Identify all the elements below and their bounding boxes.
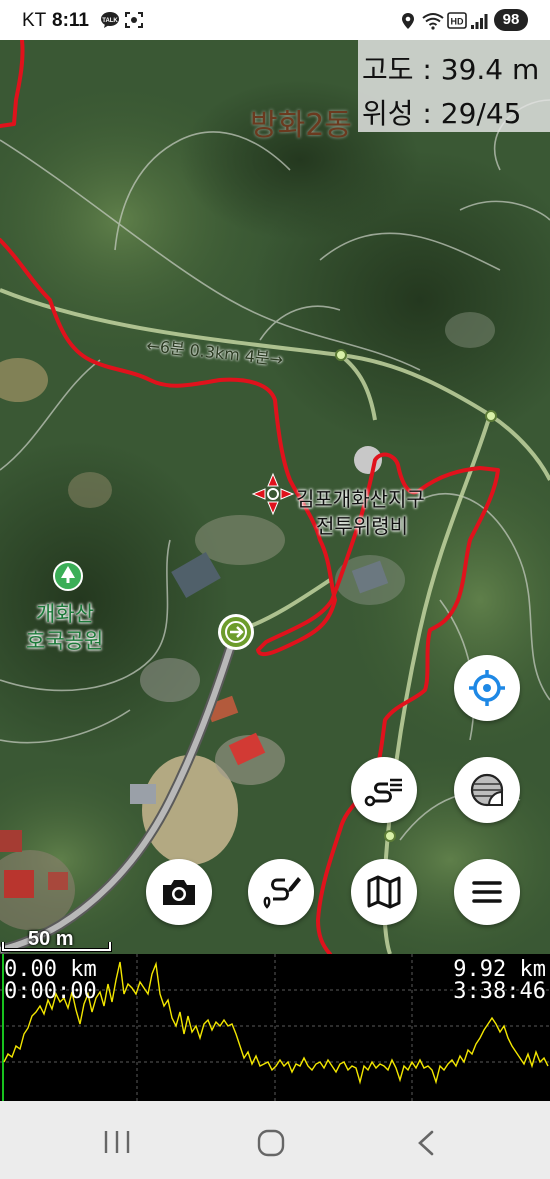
hd-icon: HD [447, 12, 467, 29]
start-time: 0:00:00 [4, 979, 97, 1004]
carrier-label: KT [22, 10, 47, 31]
district-label: 방화2동 [250, 108, 352, 143]
satellite-readout: 위성 : 29/45 [362, 97, 522, 130]
map-scale: 50 m [0, 928, 115, 954]
draw-route-icon [263, 877, 301, 909]
svg-text:TALK: TALK [102, 18, 118, 24]
current-location-icon [218, 614, 254, 650]
gps-info-panel: 고도 : 39.4 m 위성 : 29/45 [358, 40, 550, 132]
locate-button[interactable] [454, 655, 520, 721]
kakaotalk-icon: TALK [100, 11, 120, 29]
back-icon[interactable] [414, 1129, 438, 1157]
map-button[interactable] [351, 859, 417, 925]
map-layer-button[interactable] [454, 757, 520, 823]
map-icon [367, 875, 401, 909]
screen-recorder-icon [124, 11, 144, 29]
elevation-profile[interactable]: 0.00 km 0:00:00 9.92 km 3:38:46 [0, 954, 550, 1101]
battery-icon: 98 [494, 9, 528, 31]
menu-icon [472, 881, 502, 903]
location-icon [401, 12, 415, 30]
map-layer-icon [470, 773, 504, 807]
camera-button[interactable] [146, 859, 212, 925]
park-label-line1: 개화산 [36, 602, 94, 626]
end-time: 3:38:46 [453, 979, 546, 1004]
wifi-icon [422, 12, 444, 30]
park-label-line2: 호국공원 [26, 629, 104, 653]
monument-label-line2: 전투위령비 [316, 514, 408, 538]
altitude-readout: 고도 : 39.4 m [362, 53, 540, 86]
monument-label-line1: 김포개화산지구 [296, 487, 425, 511]
signal-icon [470, 12, 488, 30]
park-poi-icon [53, 561, 83, 591]
battery-level: 98 [502, 11, 520, 28]
menu-button[interactable] [454, 859, 520, 925]
route-list-button[interactable] [351, 757, 417, 823]
svg-text:HD: HD [451, 17, 464, 27]
system-nav-bar [0, 1101, 550, 1179]
camera-icon [163, 880, 195, 905]
recent-apps-icon[interactable] [100, 1129, 134, 1155]
draw-route-button[interactable] [248, 859, 314, 925]
home-icon[interactable] [256, 1128, 286, 1158]
clock: 8:11 [52, 10, 89, 31]
crosshair-icon [469, 670, 505, 706]
route-list-icon [364, 778, 402, 807]
status-bar: KT 8:11 TALK HD 98 [0, 0, 550, 40]
